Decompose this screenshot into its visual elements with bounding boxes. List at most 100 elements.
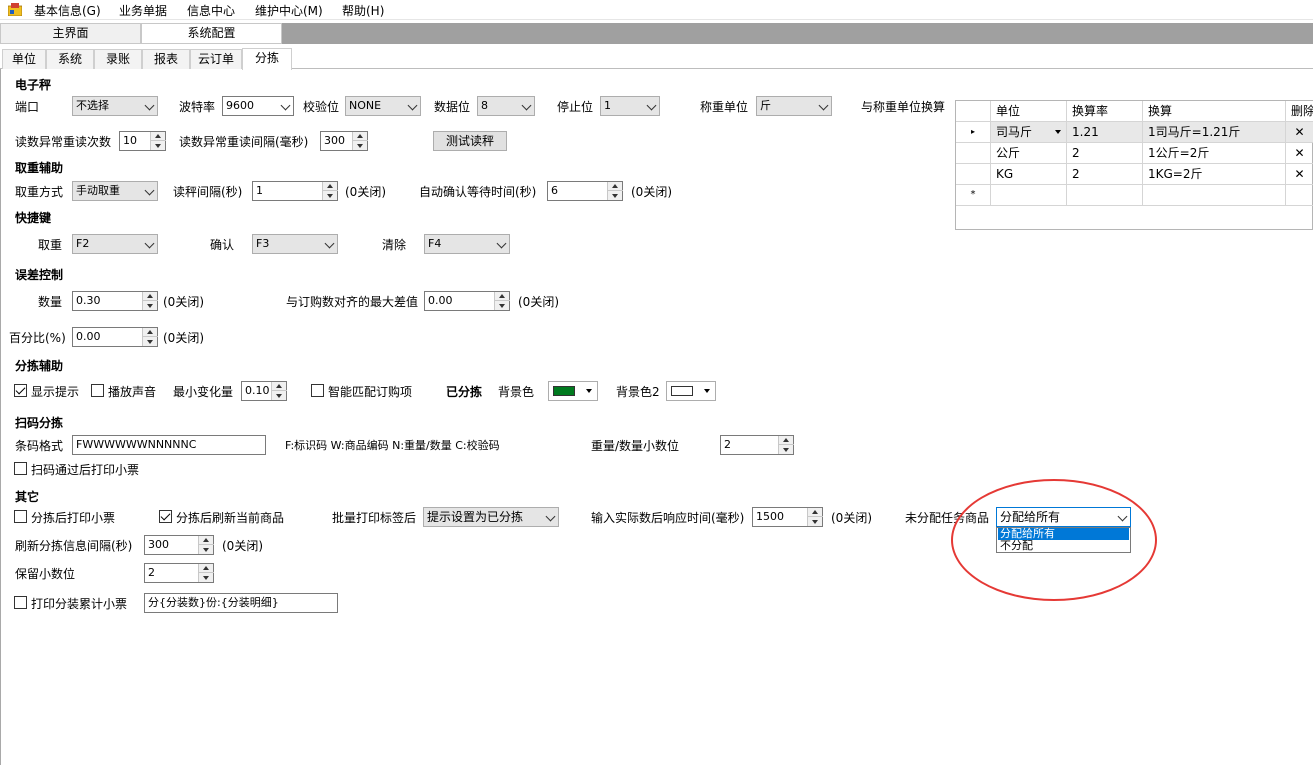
bg-color-picker[interactable] [548, 381, 598, 401]
databits-select[interactable]: 8 [477, 96, 535, 116]
tab-cloud-order[interactable]: 云订单 [190, 49, 242, 69]
auto-confirm-stepper[interactable]: 6 [547, 181, 623, 201]
hotkey-clear-select[interactable]: F4 [424, 234, 510, 254]
menu-maintenance[interactable]: 维护中心(M) [255, 2, 323, 19]
chevron-down-icon [818, 100, 829, 111]
grid-new-row-cell[interactable] [991, 185, 1067, 206]
hotkey-confirm-select[interactable]: F3 [252, 234, 338, 254]
tab-main[interactable]: 主界面 [0, 23, 141, 44]
grid-cell-unit[interactable]: 公斤 [991, 143, 1067, 164]
col-header-rate[interactable]: 换算率 [1067, 101, 1143, 122]
baud-select[interactable]: 9600 [222, 96, 294, 116]
print-cumulative-label[interactable]: 打印分装累计小票 [31, 595, 127, 612]
stopbits-select[interactable]: 1 [600, 96, 660, 116]
grid-cell-unit[interactable]: KG [991, 164, 1067, 185]
retry-interval-stepper[interactable]: 300 [320, 131, 368, 151]
grid-cell-calc: 1KG=2斤 [1143, 164, 1286, 185]
keep-decimals-stepper[interactable]: 2 [144, 563, 214, 583]
max-diff-stepper[interactable]: 0.00 [424, 291, 510, 311]
bg-color2-picker[interactable] [666, 381, 716, 401]
play-sound-label[interactable]: 播放声音 [108, 383, 156, 400]
smart-match-label[interactable]: 智能匹配订购项 [328, 383, 412, 400]
baud-label: 波特率 [179, 100, 216, 114]
section-weigh-assist-header: 取重辅助 [15, 161, 64, 175]
delete-row-icon[interactable]: ✕ [1286, 143, 1313, 164]
chevron-down-icon [545, 511, 556, 522]
read-interval-note: (0关闭) [345, 185, 386, 199]
menu-basic-info[interactable]: 基本信息(G) [34, 2, 101, 19]
port-label: 端口 [15, 100, 40, 114]
chevron-down-icon [144, 238, 155, 249]
print-after-scan-checkbox[interactable] [14, 462, 27, 475]
grid-cell-unit[interactable]: 司马斤 [991, 122, 1067, 143]
grid-new-row-cell[interactable] [1143, 185, 1286, 206]
col-header-delete[interactable]: 删除 [1286, 101, 1313, 122]
response-time-label: 输入实际数后响应时间(毫秒) [591, 511, 745, 525]
refresh-interval-stepper[interactable]: 300 [144, 535, 214, 555]
scan-decimals-label: 重量/数量小数位 [591, 439, 680, 453]
grid-cell-rate[interactable]: 2 [1067, 164, 1143, 185]
weigh-unit-select[interactable]: 斤 [756, 96, 832, 116]
grid-cell-calc: 1公斤=2斤 [1143, 143, 1286, 164]
read-interval-stepper[interactable]: 1 [252, 181, 338, 201]
smart-match-checkbox[interactable] [311, 384, 324, 397]
delete-row-icon[interactable]: ✕ [1286, 122, 1313, 143]
section-scale-header: 电子秤 [15, 78, 52, 92]
qty-tolerance-stepper[interactable]: 0.30 [72, 291, 158, 311]
app-icon [8, 3, 22, 16]
weigh-unit-label: 称重单位 [700, 100, 749, 114]
read-interval-label: 读秤间隔(秒) [173, 185, 243, 199]
delete-row-icon[interactable]: ✕ [1286, 164, 1313, 185]
new-row-marker[interactable]: * [956, 185, 991, 206]
bg-color-label: 背景色 [498, 385, 535, 399]
menu-help[interactable]: 帮助(H) [342, 2, 384, 19]
tab-unit[interactable]: 单位 [2, 49, 46, 69]
port-select[interactable]: 不选择 [72, 96, 158, 116]
bg-color2-label: 背景色2 [616, 385, 660, 399]
show-hint-label[interactable]: 显示提示 [31, 383, 79, 400]
grid-new-row-cell[interactable] [1286, 185, 1313, 206]
refresh-after-sort-checkbox[interactable] [159, 510, 172, 523]
chevron-down-icon [407, 100, 418, 111]
print-after-sort-checkbox[interactable] [14, 510, 27, 523]
percent-stepper[interactable]: 0.00 [72, 327, 158, 347]
grid-cell-rate[interactable]: 1.21 [1067, 122, 1143, 143]
show-hint-checkbox[interactable] [14, 384, 27, 397]
grid-new-row-cell[interactable] [1067, 185, 1143, 206]
menu-info-center[interactable]: 信息中心 [187, 2, 235, 19]
print-cumulative-checkbox[interactable] [14, 596, 27, 609]
barcode-format-label: 条码格式 [15, 439, 64, 453]
tab-reports[interactable]: 报表 [142, 49, 190, 69]
col-header-unit[interactable]: 单位 [991, 101, 1067, 122]
retry-count-stepper[interactable]: 10 [119, 131, 166, 151]
dropdown-arrow-icon [704, 389, 710, 393]
response-time-stepper[interactable]: 1500 [752, 507, 823, 527]
barcode-format-input[interactable]: FWWWWWWNNNNNC [72, 435, 266, 455]
print-template-input[interactable]: 分{分装数}份:{分装明细} [144, 593, 338, 613]
hotkey-take-select[interactable]: F2 [72, 234, 158, 254]
tab-accounting[interactable]: 录账 [94, 49, 142, 69]
qty-tolerance-label: 数量 [38, 295, 63, 309]
print-after-scan-label[interactable]: 扫码通过后打印小票 [31, 461, 139, 478]
max-diff-label: 与订购数对齐的最大差值 [286, 295, 419, 309]
test-scale-button[interactable]: 测试读秤 [433, 131, 507, 151]
weigh-mode-select[interactable]: 手动取重 [72, 181, 158, 201]
dropdown-arrow-icon[interactable] [1055, 130, 1061, 134]
tab-system-config[interactable]: 系统配置 [141, 23, 282, 44]
conversion-grid: 单位 换算率 换算 删除 ▸ 司马斤 1.21 1司马斤=1.21斤 ✕ 公斤 … [955, 100, 1313, 230]
menu-documents[interactable]: 业务单据 [119, 2, 167, 19]
min-change-stepper[interactable]: 0.10 [241, 381, 287, 401]
play-sound-checkbox[interactable] [91, 384, 104, 397]
parity-select[interactable]: NONE [345, 96, 421, 116]
document-tab-strip: 主界面 系统配置 [0, 23, 1313, 44]
tab-system[interactable]: 系统 [46, 49, 94, 69]
batch-print-select[interactable]: 提示设置为已分拣 [423, 507, 559, 527]
scan-decimals-stepper[interactable]: 2 [720, 435, 794, 455]
tab-sorting[interactable]: 分拣 [242, 48, 292, 70]
refresh-after-sort-label[interactable]: 分拣后刷新当前商品 [176, 509, 284, 526]
print-after-sort-label[interactable]: 分拣后打印小票 [31, 509, 115, 526]
col-header-calc[interactable]: 换算 [1143, 101, 1286, 122]
section-error-control-header: 误差控制 [15, 268, 64, 282]
grid-cell-rate[interactable]: 2 [1067, 143, 1143, 164]
barcode-legend: F:标识码 W:商品编码 N:重量/数量 C:校验码 [285, 439, 500, 452]
